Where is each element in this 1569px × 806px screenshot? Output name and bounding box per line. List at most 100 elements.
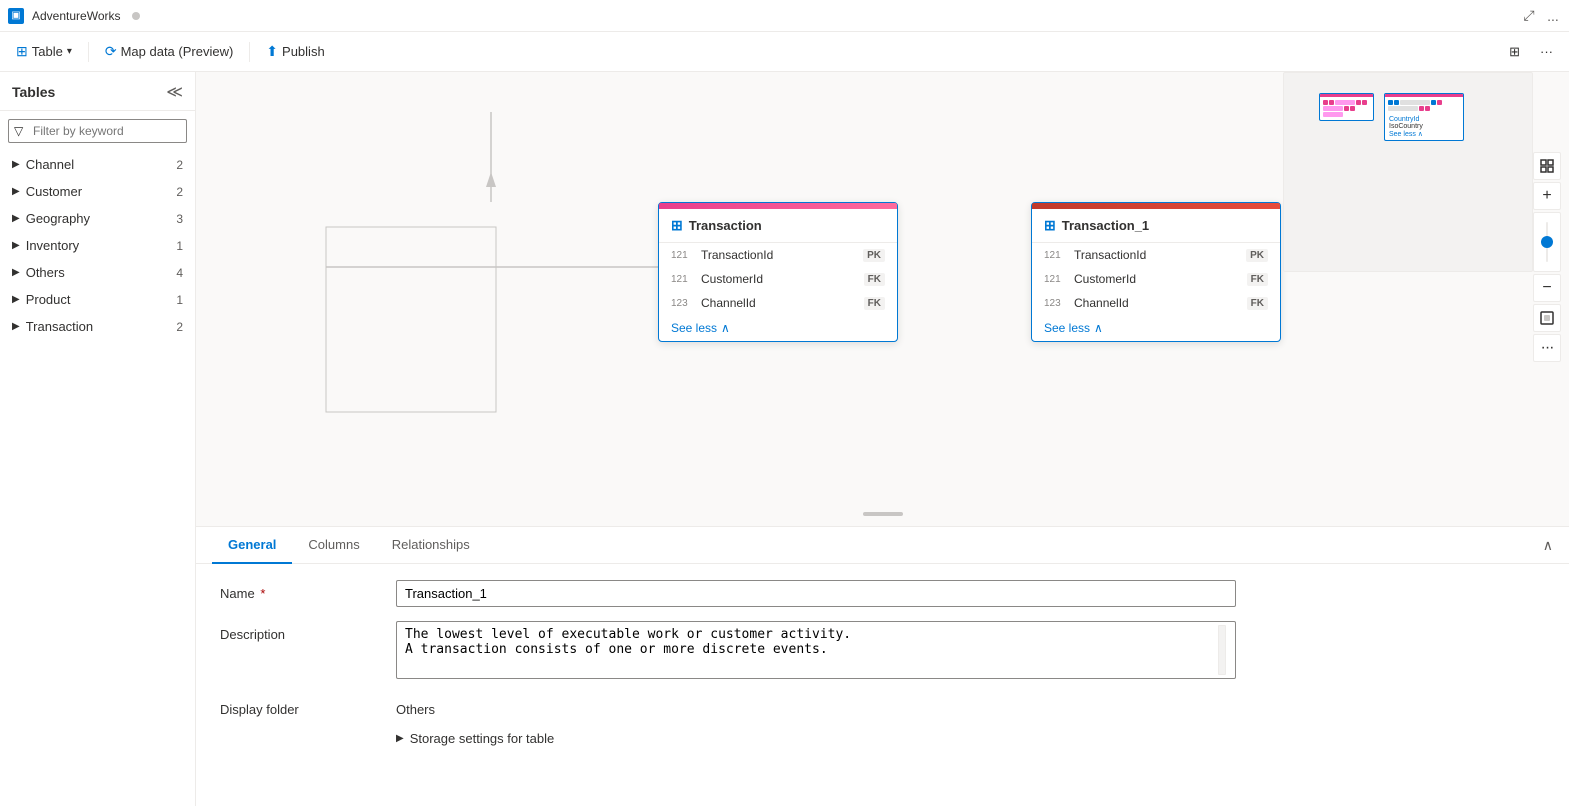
transaction1-see-less[interactable]: See less ∧ [1032,315,1280,341]
more-btn[interactable]: ... [1545,8,1561,24]
form-body: Name * Description Display folder [196,564,1569,762]
t1-transactionid-badge: PK [1246,249,1268,262]
name-required: * [260,586,265,601]
minimap-toggle-btn[interactable] [1533,304,1561,332]
toolbar-more-btn[interactable]: ··· [1532,40,1561,64]
table-label: Table [32,44,63,59]
table-button[interactable]: ⊞ Table ▾ [8,39,80,64]
geography-arrow-icon: ▶ [12,213,20,224]
tab-general[interactable]: General [212,527,292,564]
fit-view-btn[interactable] [1533,152,1561,180]
sidebar-item-others[interactable]: ▶ Others 4 [0,259,195,286]
toolbar: ⊞ Table ▾ ⟳ Map data (Preview) ⬆ Publish… [0,32,1569,72]
t1-transactionid-name: TransactionId [1074,248,1240,262]
title-bar-right: ⤢ ... [1521,8,1561,24]
transaction1-card-title: ⊞ Transaction_1 [1032,209,1280,243]
storage-arrow-icon: ▶ [396,733,404,744]
canvas-area[interactable]: ⊞ Transaction 121 TransactionId PK 121 C… [196,72,1569,526]
zoom-out-btn[interactable]: − [1533,274,1561,302]
sidebar-item-inventory[interactable]: ▶ Inventory 1 [0,232,195,259]
product-arrow-icon: ▶ [12,294,20,305]
display-folder-row: Display folder Others [220,696,1545,717]
transaction-field-channelid: 123 ChannelId FK [659,291,897,315]
transaction-card-title: ⊞ Transaction [659,209,897,243]
customer-name: Customer [26,184,171,199]
transaction1-field-channelid: 123 ChannelId FK [1032,291,1280,315]
zoom-in-btn[interactable]: + [1533,182,1561,210]
storage-settings-btn[interactable]: ▶ Storage settings for table [396,731,554,746]
minimap-card-1 [1319,93,1374,121]
minimap-card-2-dots [1385,97,1463,114]
others-arrow-icon: ▶ [12,267,20,278]
description-row: Description [220,621,1545,682]
sidebar-collapse-btn[interactable]: ≪ [166,82,183,102]
t1-see-less-icon: ∧ [1094,321,1103,335]
sidebar-item-geography[interactable]: ▶ Geography 3 [0,205,195,232]
transaction1-field-customerid: 121 CustomerId FK [1032,267,1280,291]
panel-resize-handle[interactable] [863,512,903,516]
customerid-type: 121 [671,274,695,285]
minimap-inner: CountryId IsoCountry See less ∧ [1284,73,1532,271]
transactionid-name: TransactionId [701,248,857,262]
bottom-panel: General Columns Relationships ∧ Name * D… [196,526,1569,806]
map-data-button[interactable]: ⟳ Map data (Preview) [97,39,241,64]
transaction1-card: ⊞ Transaction_1 121 TransactionId PK 121… [1031,202,1281,342]
panel-collapse-btn[interactable]: ∧ [1543,537,1553,554]
toolbar-grid-btn[interactable]: ⊞ [1501,40,1528,64]
transaction-table-icon: ⊞ [671,217,683,234]
toolbar-right: ⊞ ··· [1501,40,1561,64]
t1-channelid-name: ChannelId [1074,296,1241,310]
customerid-name: CustomerId [701,272,858,286]
sidebar-item-product[interactable]: ▶ Product 1 [0,286,195,313]
display-folder-value: Others [396,696,1545,717]
minimap: CountryId IsoCountry See less ∧ [1283,72,1533,272]
tab-columns[interactable]: Columns [292,527,375,564]
transaction-see-less[interactable]: See less ∧ [659,315,897,341]
sidebar-title: Tables [12,84,55,100]
description-textarea[interactable] [396,621,1236,679]
inventory-arrow-icon: ▶ [12,240,20,251]
transaction-field-customerid: 121 CustomerId FK [659,267,897,291]
transaction-field-id: 121 TransactionId PK [659,243,897,267]
customerid-badge: FK [864,273,885,286]
name-input[interactable] [396,580,1236,607]
channelid-type: 123 [671,298,695,309]
t1-transactionid-type: 121 [1044,250,1068,261]
sidebar-item-channel[interactable]: ▶ Channel 2 [0,151,195,178]
publish-button[interactable]: ⬆ Publish [258,39,332,64]
channelid-name: ChannelId [701,296,858,310]
product-count: 1 [176,293,183,307]
toolbar-divider-1 [88,42,89,62]
inventory-name: Inventory [26,238,171,253]
table-list: ▶ Channel 2 ▶ Customer 2 ▶ Geography 3 ▶… [0,151,195,806]
transactionid-badge: PK [863,249,885,262]
storage-label-empty [220,731,380,737]
zoom-slider[interactable] [1533,212,1561,272]
unsaved-dot [132,12,140,20]
tab-relationships[interactable]: Relationships [376,527,486,564]
minimap-card-1-dots [1320,97,1373,120]
maximize-btn[interactable]: ⤢ [1521,8,1537,24]
t1-channelid-type: 123 [1044,298,1068,309]
transactionid-type: 121 [671,250,695,261]
others-name: Others [26,265,171,280]
product-name: Product [26,292,171,307]
geography-name: Geography [26,211,171,226]
channel-name: Channel [26,157,171,172]
transaction-arrow-icon: ▶ [12,321,20,332]
geography-count: 3 [176,212,183,226]
scrollbar[interactable] [1218,625,1226,675]
bottom-tabs: General Columns Relationships ∧ [196,527,1569,564]
sidebar: Tables ≪ ▽ ▶ Channel 2 ▶ Customer 2 ▶ Ge… [0,72,196,806]
customer-count: 2 [176,185,183,199]
zoom-track [1546,222,1548,262]
transaction1-title-text: Transaction_1 [1062,218,1149,233]
storage-label: Storage settings for table [410,731,555,746]
others-count: 4 [176,266,183,280]
sidebar-item-customer[interactable]: ▶ Customer 2 [0,178,195,205]
transaction-name: Transaction [26,319,171,334]
zoom-thumb[interactable] [1541,236,1553,248]
filter-input[interactable] [8,119,187,143]
canvas-more-btn[interactable]: ··· [1533,334,1561,362]
sidebar-item-transaction[interactable]: ▶ Transaction 2 [0,313,195,340]
